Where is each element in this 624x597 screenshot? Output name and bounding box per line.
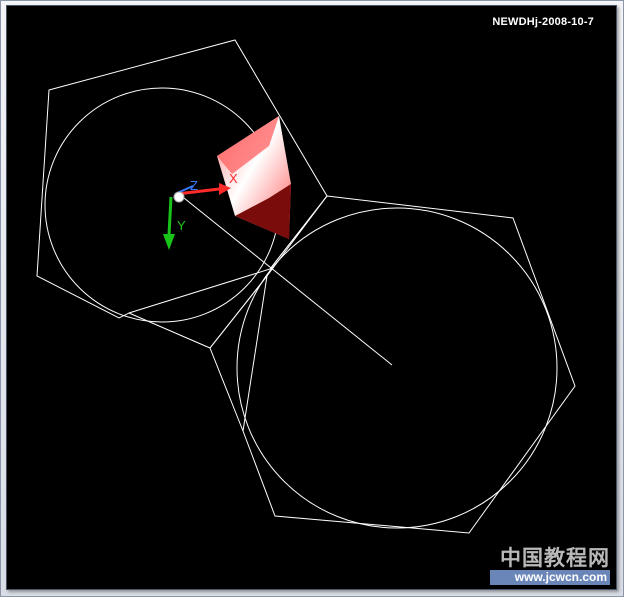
ucs-x-label: X bbox=[229, 171, 238, 186]
window-frame: X Y Z NEWDHj-2008-10-7 中国教程网 www.jcwcn.c… bbox=[0, 0, 624, 597]
watermark-chinese: 中国教程网 bbox=[500, 546, 610, 570]
inner-connector-a bbox=[209, 275, 268, 349]
short-connector bbox=[128, 312, 211, 349]
ucs-z-label: Z bbox=[190, 178, 198, 193]
drawing-canvas[interactable]: X Y Z bbox=[7, 6, 616, 589]
watermark-logo: 中国教程网 www.jcwcn.com bbox=[490, 546, 610, 585]
inner-connector-b bbox=[242, 275, 268, 432]
ucs-y-label: Y bbox=[177, 218, 186, 233]
ucs-origin bbox=[173, 191, 185, 203]
lower-hexagon bbox=[209, 195, 576, 534]
ucs-y-axis bbox=[167, 196, 173, 236]
cad-viewport[interactable]: X Y Z NEWDHj-2008-10-7 中国教程网 www.jcwcn.c… bbox=[6, 5, 617, 590]
date-stamp: NEWDHj-2008-10-7 bbox=[492, 16, 594, 28]
watermark-url: www.jcwcn.com bbox=[490, 570, 610, 585]
lower-circle bbox=[236, 207, 558, 529]
ucs-y-arrowhead bbox=[163, 234, 175, 250]
